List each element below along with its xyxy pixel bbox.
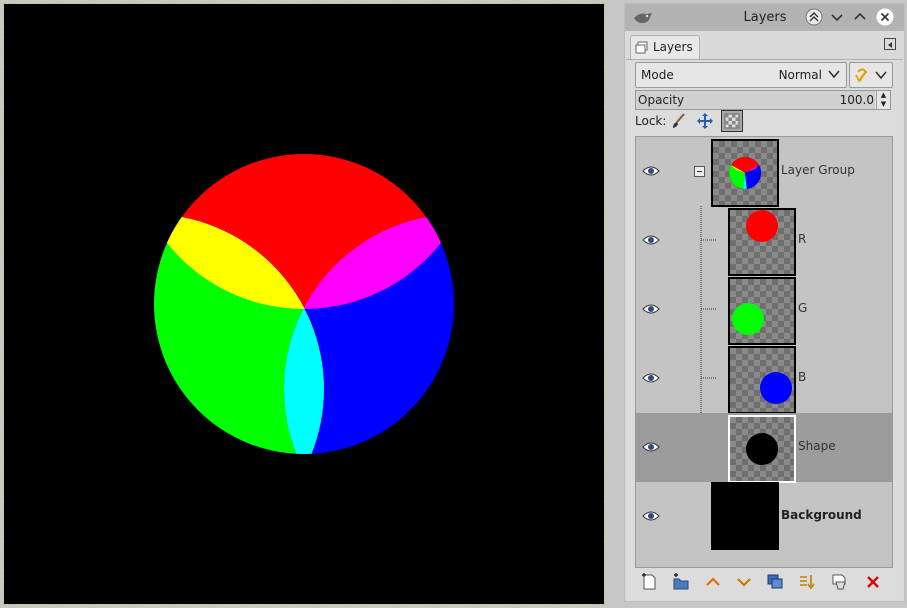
group-preview — [729, 157, 761, 189]
gimp-icon — [634, 13, 652, 23]
layer-row-group[interactable]: Layer Group — [636, 137, 892, 207]
green-circle-preview — [732, 303, 764, 335]
layer-name: Shape — [798, 439, 836, 453]
anchor-layer-button[interactable] — [829, 572, 849, 592]
raise-layer-button[interactable] — [703, 572, 723, 592]
arrow-down-icon — [737, 578, 751, 587]
keep-above-icon — [805, 8, 823, 26]
dock-titlebar[interactable]: Layers — [625, 4, 904, 31]
minimize-button[interactable] — [828, 8, 846, 26]
composite-mode-button[interactable] — [849, 62, 893, 88]
close-icon — [876, 8, 894, 26]
tab-menu-icon — [888, 42, 892, 48]
blue-circle-preview — [760, 372, 792, 404]
layer-row-b[interactable]: B — [636, 344, 892, 414]
eye-icon[interactable] — [642, 303, 660, 315]
lock-alpha-button[interactable] — [721, 110, 743, 132]
lock-pixels-button[interactable] — [669, 111, 689, 131]
new-layer-icon — [642, 573, 656, 590]
mask-icon — [832, 574, 846, 590]
new-group-icon — [673, 573, 689, 590]
opacity-label: Opacity — [638, 93, 685, 107]
eye-icon[interactable] — [642, 234, 660, 246]
tab-menu-button[interactable] — [884, 38, 896, 50]
layer-thumbnail — [728, 208, 796, 276]
composite-mode-icon — [855, 68, 887, 83]
chevron-up-icon — [854, 12, 866, 20]
mode-value: Normal — [778, 68, 822, 82]
layer-thumbnail — [711, 482, 779, 550]
eye-icon[interactable] — [642, 165, 660, 177]
black-circle-preview — [746, 433, 778, 465]
layers-list[interactable]: Layer Group R G B Shape Background — [635, 136, 893, 568]
lock-position-button[interactable] — [695, 111, 715, 131]
tab-layers-label: Layers — [653, 40, 693, 54]
delete-layer-button[interactable] — [863, 572, 883, 592]
move-icon — [697, 113, 713, 129]
arrow-up-icon — [706, 577, 720, 586]
red-circle-preview — [746, 210, 778, 242]
layers-dock: Layers Layers Mode Normal Opacity 100.0 … — [624, 3, 905, 602]
eye-icon[interactable] — [642, 441, 660, 453]
duplicate-icon — [767, 574, 783, 589]
layer-row-r[interactable]: R — [636, 206, 892, 276]
mode-dropdown[interactable]: Mode Normal — [635, 62, 847, 88]
window-title: Layers — [743, 10, 787, 25]
keep-above-button[interactable] — [805, 8, 823, 26]
image-canvas-area[interactable] — [0, 0, 612, 608]
tab-layers[interactable]: Layers — [630, 35, 700, 60]
layer-thumbnail — [728, 277, 796, 345]
layer-name: Background — [781, 508, 862, 522]
close-button[interactable] — [876, 8, 894, 26]
lock-label: Lock: — [635, 114, 667, 128]
lower-layer-button[interactable] — [734, 572, 754, 592]
chevron-down-icon — [831, 14, 843, 22]
merge-down-button[interactable] — [797, 572, 817, 592]
layer-row-shape[interactable]: Shape — [636, 413, 892, 483]
delete-icon — [867, 576, 879, 588]
rgb-circle-image — [154, 154, 454, 454]
layers-toolbar — [635, 570, 891, 594]
chevron-down-icon — [828, 70, 840, 79]
collapse-group-button[interactable] — [694, 166, 705, 177]
new-layer-group-button[interactable] — [671, 572, 691, 592]
layer-thumbnail — [728, 415, 796, 483]
mode-label: Mode — [641, 68, 674, 82]
image-canvas[interactable] — [3, 3, 605, 605]
merge-down-icon — [800, 575, 815, 590]
duplicate-layer-button[interactable] — [765, 572, 785, 592]
layer-name: G — [798, 301, 808, 315]
layer-row-g[interactable]: G — [636, 275, 892, 345]
layer-thumbnail — [728, 346, 796, 414]
opacity-value: 100.0 — [839, 93, 874, 107]
new-layer-button[interactable] — [639, 572, 659, 592]
opacity-spinner[interactable]: ▲ ▼ — [876, 91, 890, 109]
maximize-button[interactable] — [851, 8, 869, 26]
opacity-slider[interactable]: Opacity 100.0 ▲ ▼ — [635, 90, 891, 110]
eye-icon[interactable] — [642, 510, 660, 522]
checkerboard-icon — [724, 113, 740, 129]
layer-name: B — [798, 370, 807, 384]
eye-icon[interactable] — [642, 372, 660, 384]
layers-icon — [635, 41, 648, 54]
layer-row-background[interactable]: Background — [636, 482, 892, 551]
layer-name: R — [798, 232, 807, 246]
layer-thumbnail — [711, 139, 779, 207]
paintbrush-icon — [673, 113, 685, 128]
layer-name: Layer Group — [781, 163, 855, 177]
